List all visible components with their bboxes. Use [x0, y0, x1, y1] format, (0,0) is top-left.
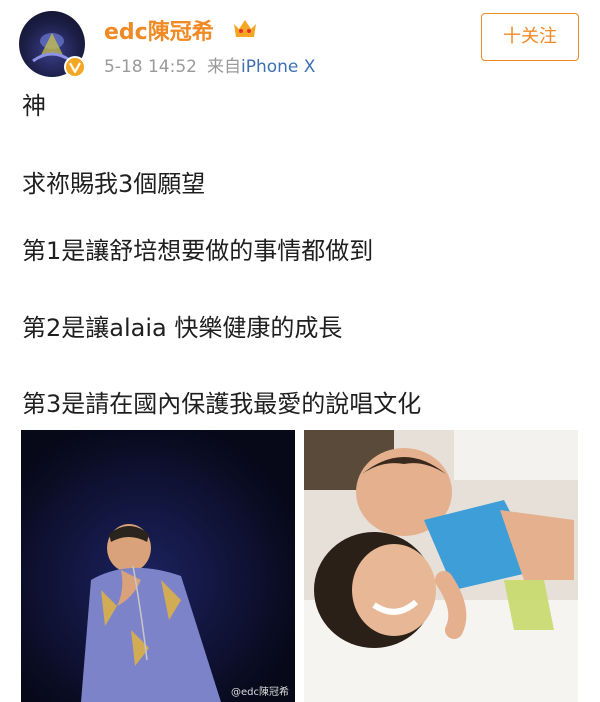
- image-watermark: @edc: [544, 687, 572, 698]
- source-device-link[interactable]: iPhone X: [241, 57, 315, 77]
- vip-crown-icon: [234, 20, 256, 37]
- post-meta: 5-18 14:52 来自iPhone X: [104, 52, 315, 77]
- family-photo: [304, 430, 578, 702]
- username[interactable]: edc陳冠希: [104, 14, 214, 46]
- concert-photo: [21, 430, 295, 702]
- follow-button[interactable]: 十关注: [481, 13, 579, 61]
- post-text-line: 求祢賜我3個願望: [22, 170, 206, 198]
- post-text-line: 第1是讓舒培想要做的事情都做到: [22, 237, 374, 265]
- post-text-line: 第3是請在國內保護我最愛的說唱文化: [22, 390, 422, 418]
- post-text-line: 第2是讓alaia 快樂健康的成長: [22, 314, 343, 342]
- post-image-family[interactable]: @edc: [304, 430, 578, 702]
- image-watermark: @edc陳冠希: [231, 687, 289, 698]
- source-prefix: 来自: [206, 57, 241, 77]
- post-timestamp: 5-18 14:52: [104, 57, 197, 77]
- post-text-line: 神: [22, 92, 46, 120]
- post-header: edc陳冠希 5-18 14:52 来自iPhone X 十关注: [0, 0, 600, 90]
- verified-badge-icon: [64, 56, 86, 78]
- post-image-concert[interactable]: @edc陳冠希: [21, 430, 295, 702]
